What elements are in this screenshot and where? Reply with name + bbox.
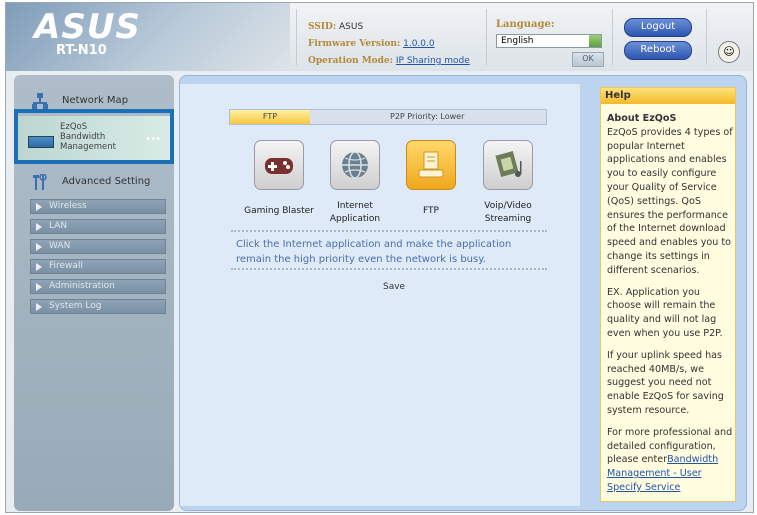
- tools-icon: [33, 174, 47, 190]
- help-paragraph: EX. Application you choose will remain t…: [607, 286, 723, 339]
- app-label-internet: Internet Application: [329, 201, 381, 224]
- header: ASUS RT-N10 SSID: ASUS Firmware Version:…: [6, 3, 753, 71]
- divider: [706, 9, 707, 65]
- ezqos-description: Click the Internet application and make …: [236, 239, 512, 265]
- divider: [486, 9, 487, 65]
- film-music-icon: [495, 151, 522, 177]
- gamepad-icon: [265, 158, 293, 174]
- help-heading: About EzQoS: [607, 113, 677, 124]
- sidebar-item-label: System Log: [49, 301, 102, 311]
- selection-highlight: [14, 109, 174, 164]
- sidebar-item-firewall[interactable]: Firewall: [30, 259, 166, 274]
- app-label-gaming: Gaming Blaster: [244, 206, 314, 216]
- triangle-right-icon: [36, 263, 42, 271]
- triangle-right-icon: [36, 203, 42, 211]
- sidebar-item-wan[interactable]: WAN: [30, 239, 166, 254]
- help-panel: Help About EzQoS EzQoS provides 4 types o…: [600, 87, 736, 502]
- dotted-divider: [231, 268, 547, 270]
- reboot-button[interactable]: Reboot: [624, 41, 692, 60]
- sidebar-item-label: Wireless: [49, 201, 87, 211]
- logout-button[interactable]: Logout: [624, 18, 692, 37]
- help-body: About EzQoS EzQoS provides 4 types of pop…: [607, 112, 735, 503]
- triangle-right-icon: [36, 303, 42, 311]
- sidebar-item-wireless[interactable]: Wireless: [30, 199, 166, 214]
- triangle-right-icon: [36, 223, 42, 231]
- network-icon: [32, 93, 48, 109]
- mascot-icon: ☺: [718, 41, 740, 63]
- sidebar-item-advanced-setting[interactable]: Advanced Setting: [18, 170, 170, 194]
- brand-panel: ASUS RT-N10: [6, 3, 290, 71]
- ssid-value: ASUS: [339, 22, 364, 32]
- tab-ftp[interactable]: FTP: [230, 110, 310, 124]
- save-button[interactable]: Save: [383, 282, 405, 292]
- divider: [612, 9, 613, 65]
- triangle-right-icon: [36, 243, 42, 251]
- firmware-link[interactable]: 1.0.0.0: [403, 39, 435, 49]
- sidebar-item-lan[interactable]: LAN: [30, 219, 166, 234]
- dotted-divider: [231, 230, 547, 232]
- opmode-link[interactable]: IP Sharing mode: [396, 56, 470, 66]
- globe-icon: [342, 151, 368, 179]
- language-ok-button[interactable]: OK: [572, 52, 604, 67]
- app-label-voip: Voip/Video Streaming: [484, 201, 532, 224]
- asus-logo: ASUS: [34, 7, 141, 47]
- sidebar-item-label: WAN: [49, 241, 71, 251]
- voip-video-streaming-button[interactable]: [483, 140, 533, 190]
- chevron-down-icon[interactable]: [589, 35, 601, 47]
- help-paragraph: EzQoS provides 4 types of popular Intern…: [607, 126, 733, 276]
- language-select[interactable]: English: [496, 34, 602, 48]
- sidebar-item-label: Administration: [49, 281, 115, 291]
- opmode-label: Operation Mode:: [308, 56, 393, 66]
- language-value: English: [501, 36, 534, 46]
- sidebar-item-label: Network Map: [62, 95, 129, 106]
- app-label-ftp: FTP: [423, 206, 439, 216]
- document-icon: [418, 151, 444, 178]
- ftp-button[interactable]: [406, 140, 456, 190]
- internet-application-button[interactable]: [330, 140, 380, 190]
- help-title: Help: [601, 88, 735, 104]
- device-info: SSID: ASUS Firmware Version: 1.0.0.0 Ope…: [308, 19, 470, 70]
- sidebar-item-label: LAN: [49, 221, 68, 231]
- help-paragraph: If your uplink speed has reached 40MB/s,…: [607, 349, 724, 416]
- sidebar-item-label: Firewall: [49, 261, 83, 271]
- qos-tab-bar: FTP P2P Priority: Lower: [229, 109, 547, 125]
- model-name: RT-N10: [56, 43, 107, 58]
- firmware-label: Firmware Version:: [308, 39, 401, 49]
- language-label: Language:: [496, 19, 555, 30]
- gaming-blaster-button[interactable]: [254, 140, 304, 190]
- divider: [296, 9, 297, 65]
- priority-status: P2P Priority: Lower: [390, 112, 465, 121]
- ssid-label: SSID:: [308, 22, 337, 32]
- triangle-right-icon: [36, 283, 42, 291]
- sidebar-item-administration[interactable]: Administration: [30, 279, 166, 294]
- sidebar-item-system-log[interactable]: System Log: [30, 299, 166, 314]
- sidebar-item-label: Advanced Setting: [62, 176, 151, 187]
